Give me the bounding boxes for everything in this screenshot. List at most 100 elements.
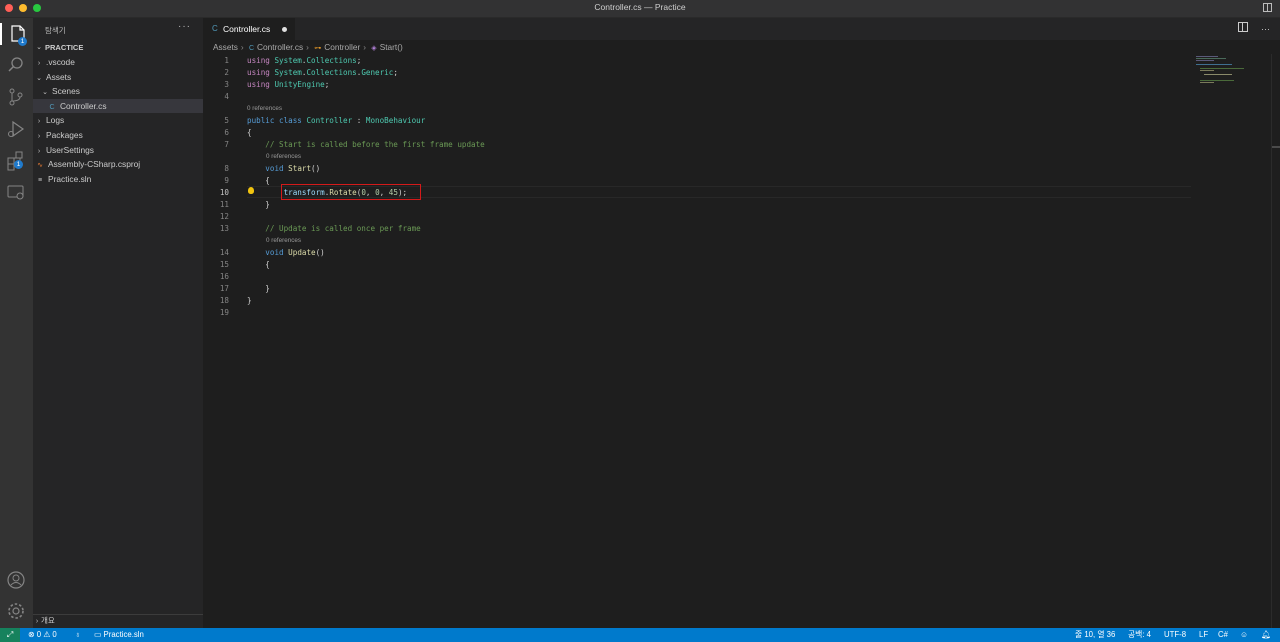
line-number: 10 <box>219 188 229 197</box>
code-text: using UnityEngine; <box>247 80 330 89</box>
csharp-file-icon: C <box>212 24 218 33</box>
folder-icon: ▭ <box>94 630 102 639</box>
tree-item-label: Logs <box>46 115 65 126</box>
line-number: 16 <box>219 272 229 281</box>
code-line[interactable]: 16 <box>203 271 1191 283</box>
chevron-right-icon: › <box>240 42 244 52</box>
breadcrumb: Assets › C Controller.cs › ⊶ Controller › ◈ St… <box>213 42 406 54</box>
source-control-activity[interactable] <box>5 86 27 108</box>
manage-activity[interactable] <box>5 600 27 622</box>
code-line[interactable]: 6{ <box>203 127 1191 139</box>
chevron-right-icon: › <box>306 42 309 52</box>
workspace-section-header[interactable]: ⌄ PRACTICE <box>33 42 203 54</box>
code-line[interactable]: 8 void Start() <box>203 163 1191 175</box>
tree-item[interactable]: › Logs <box>33 113 203 128</box>
tree-item[interactable]: C Controller.cs <box>33 98 203 114</box>
solution-indicator[interactable]: ▭ Practice.sln <box>94 628 144 642</box>
code-lens-references[interactable]: 0 references <box>247 104 282 113</box>
split-editor-icon[interactable] <box>1238 22 1249 32</box>
outline-section-header[interactable]: › 개요 <box>33 614 203 627</box>
encoding[interactable]: UTF-8 <box>1164 628 1186 642</box>
solution-file-icon: ≡ <box>37 176 43 184</box>
code-lens-references[interactable]: 0 references <box>266 152 301 161</box>
chevron-right-icon: › <box>363 42 366 52</box>
code-line[interactable]: 7 // Start is called before the first fr… <box>203 139 1191 151</box>
breadcrumb-assets[interactable]: Assets <box>213 42 238 52</box>
tree-item[interactable]: ∿ Assembly-CSharp.csproj <box>33 157 203 172</box>
tree-item[interactable]: ⌄ Scenes <box>33 84 203 99</box>
chevron-right-icon: › <box>35 618 39 625</box>
search-icon <box>8 57 23 72</box>
tree-item-label: Controller.cs <box>60 100 107 111</box>
tree-item-label: Assets <box>46 71 72 82</box>
breadcrumb-method[interactable]: Start() <box>380 42 403 52</box>
tab-controller-cs[interactable]: C Controller.cs <box>203 18 295 40</box>
code-line[interactable]: 4 <box>203 91 1191 103</box>
line-number: 1 <box>224 56 229 65</box>
search-activity[interactable] <box>5 54 27 76</box>
code-text: { <box>247 260 270 269</box>
line-number: 11 <box>219 200 229 209</box>
code-editor[interactable]: 1 using System.Collections; 2 using System.… <box>203 54 1280 628</box>
tab-label: Controller.cs <box>223 24 271 34</box>
code-text: void Start() <box>265 164 321 173</box>
more-actions-icon[interactable]: ··· <box>178 21 191 32</box>
code-text: using System.Collections; <box>247 56 362 65</box>
more-actions-icon[interactable]: ··· <box>1261 24 1270 34</box>
minimap[interactable] <box>1188 54 1268 94</box>
title-bar: Controller.cs — Practice <box>0 0 1280 18</box>
tree-item[interactable]: › Packages <box>33 128 203 143</box>
bell-icon[interactable]: 🔔︎ <box>1261 628 1271 642</box>
breadcrumb-class[interactable]: Controller <box>324 42 360 52</box>
code-line[interactable]: 3 using UnityEngine; <box>203 79 1191 91</box>
language-mode[interactable]: C# <box>1218 628 1228 642</box>
indentation[interactable]: 공백: 4 <box>1128 628 1151 642</box>
vertical-scrollbar[interactable] <box>1271 54 1280 628</box>
sidebar-title: 탐색기 <box>45 26 66 35</box>
run-debug-activity[interactable] <box>5 118 27 140</box>
remote-explorer-activity[interactable] <box>5 182 27 204</box>
code-line[interactable]: 5 public class Controller : MonoBehaviour <box>203 115 1191 127</box>
tree-item[interactable]: ⌄ Assets <box>33 70 203 85</box>
code-line[interactable]: 19 <box>203 307 1191 319</box>
code-line[interactable]: 13 // Update is called once per frame <box>203 223 1191 235</box>
code-line[interactable]: 18} <box>203 295 1191 307</box>
code-line[interactable]: 2 using System.Collections.Generic; <box>203 67 1191 79</box>
code-line[interactable]: 15 { <box>203 259 1191 271</box>
code-line[interactable]: 14 void Update() <box>203 247 1191 259</box>
feedback-icon[interactable]: ☺ <box>1240 628 1248 642</box>
tree-item[interactable]: › .vscode <box>33 55 203 70</box>
line-number: 3 <box>224 80 229 89</box>
code-line[interactable]: 1 using System.Collections; <box>203 55 1191 67</box>
problems-indicator[interactable]: ⊗ 0 ⚠ 0 <box>28 628 57 642</box>
accounts-activity[interactable] <box>5 569 27 591</box>
line-number: 5 <box>224 116 229 125</box>
line-number: 19 <box>219 308 229 317</box>
remote-indicator[interactable]: ⤢ <box>0 628 20 642</box>
tree-item[interactable]: › UserSettings <box>33 143 203 158</box>
line-number: 13 <box>219 224 229 233</box>
code-line[interactable]: 12 <box>203 211 1191 223</box>
workspace-name: PRACTICE <box>45 43 84 52</box>
unsaved-dot-icon[interactable] <box>282 27 287 32</box>
extensions-activity[interactable]: 1 <box>5 150 27 172</box>
error-icon: ⊗ <box>28 630 35 639</box>
tree-item[interactable]: ≡ Practice.sln <box>33 172 203 187</box>
end-of-line[interactable]: LF <box>1199 628 1208 642</box>
code-text: } <box>247 284 270 293</box>
cursor-position[interactable]: 줄 10, 열 36 <box>1075 628 1115 642</box>
code-text: } <box>247 296 252 305</box>
breadcrumb-file[interactable]: Controller.cs <box>257 42 303 52</box>
code-text: } <box>247 200 270 209</box>
tree-item-label: Packages <box>46 130 83 140</box>
explorer-activity[interactable]: 1 <box>0 23 35 46</box>
run-debug-icon <box>8 120 25 138</box>
tree-item-label: Scenes <box>52 86 80 97</box>
lightbulb-icon[interactable] <box>248 187 254 194</box>
layout-icon[interactable] <box>1263 3 1272 12</box>
live-share-icon[interactable]: ♁ <box>75 628 81 642</box>
line-number: 7 <box>224 140 229 149</box>
code-lens-references[interactable]: 0 references <box>266 236 301 245</box>
code-line[interactable]: 11 } <box>203 199 1191 211</box>
code-line[interactable]: 17 } <box>203 283 1191 295</box>
